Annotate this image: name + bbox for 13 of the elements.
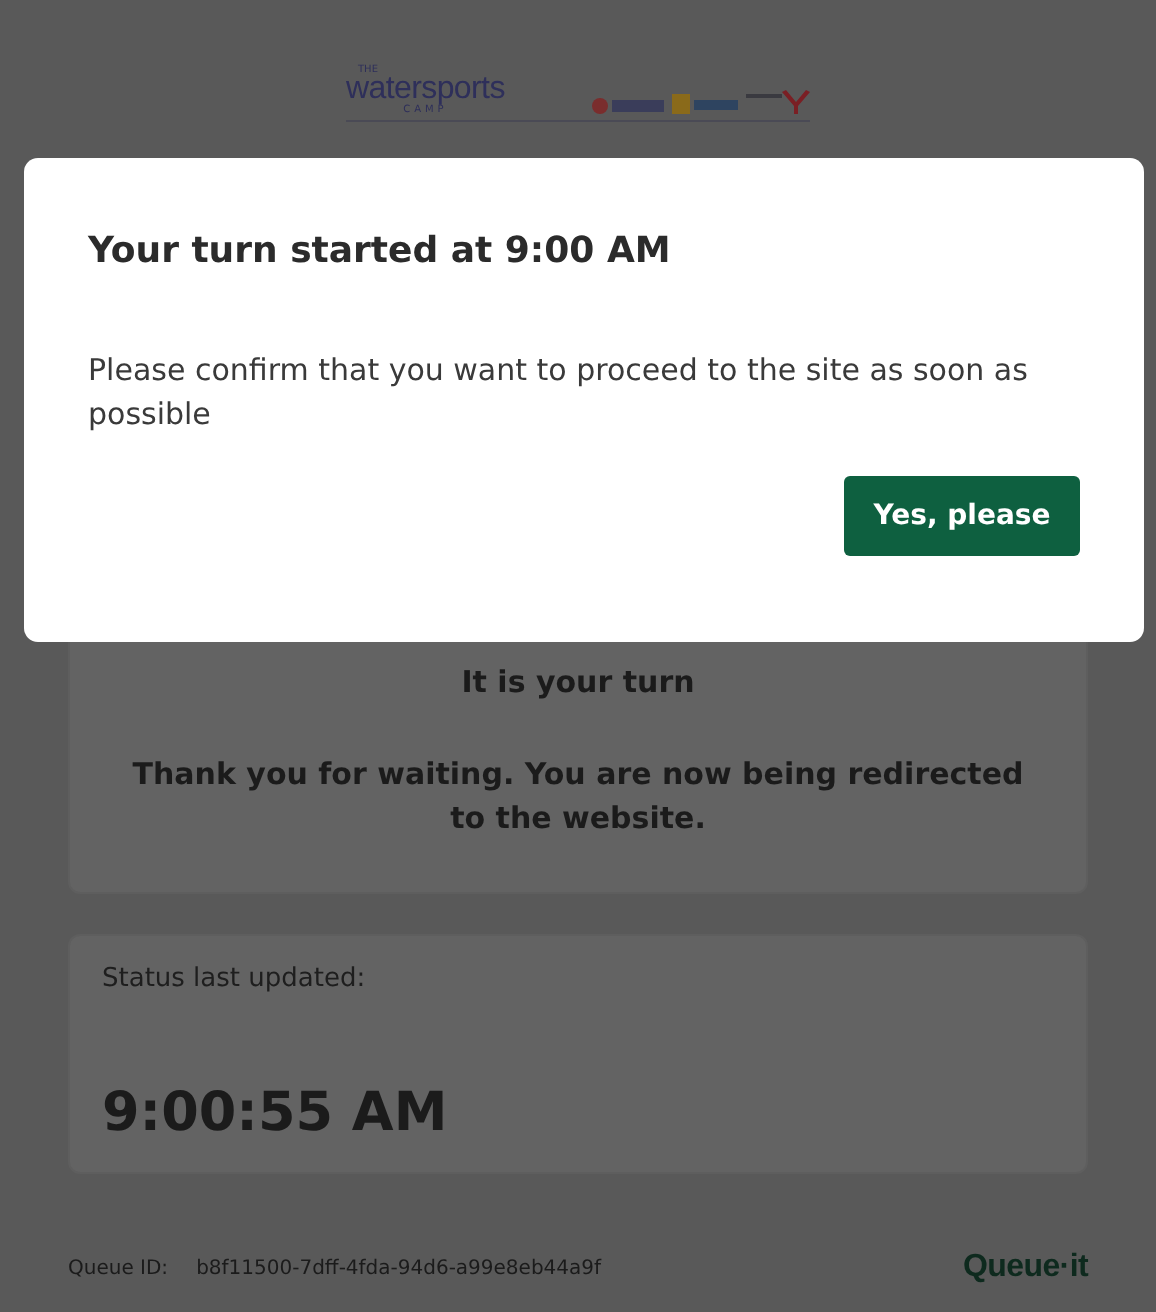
brand-logo: Queue·it <box>963 1250 1088 1286</box>
redirect-message: Thank you for waiting. You are now being redirected to the website. <box>130 754 1026 840</box>
ymca-logo-icon <box>746 88 810 116</box>
status-time: 9:00:55 AM <box>102 1082 450 1144</box>
dialog-title: Your turn started at 9:00 AM <box>88 230 673 272</box>
turn-title: It is your turn <box>461 664 695 700</box>
confirm-button[interactable]: Yes, please <box>844 476 1080 556</box>
sponsor-logo-icon <box>590 92 666 116</box>
queue-id-label: Queue ID: <box>68 1257 169 1279</box>
dialog-message: Please confirm that you want to proceed to the site as soon as possible <box>88 350 1030 436</box>
queue-id: b8f11500-7dff-4fda-94d6-a99e8eb44a9f <box>196 1257 602 1279</box>
sponsor-logo-icon <box>672 92 740 116</box>
status-label: Status last updated: <box>102 964 368 994</box>
